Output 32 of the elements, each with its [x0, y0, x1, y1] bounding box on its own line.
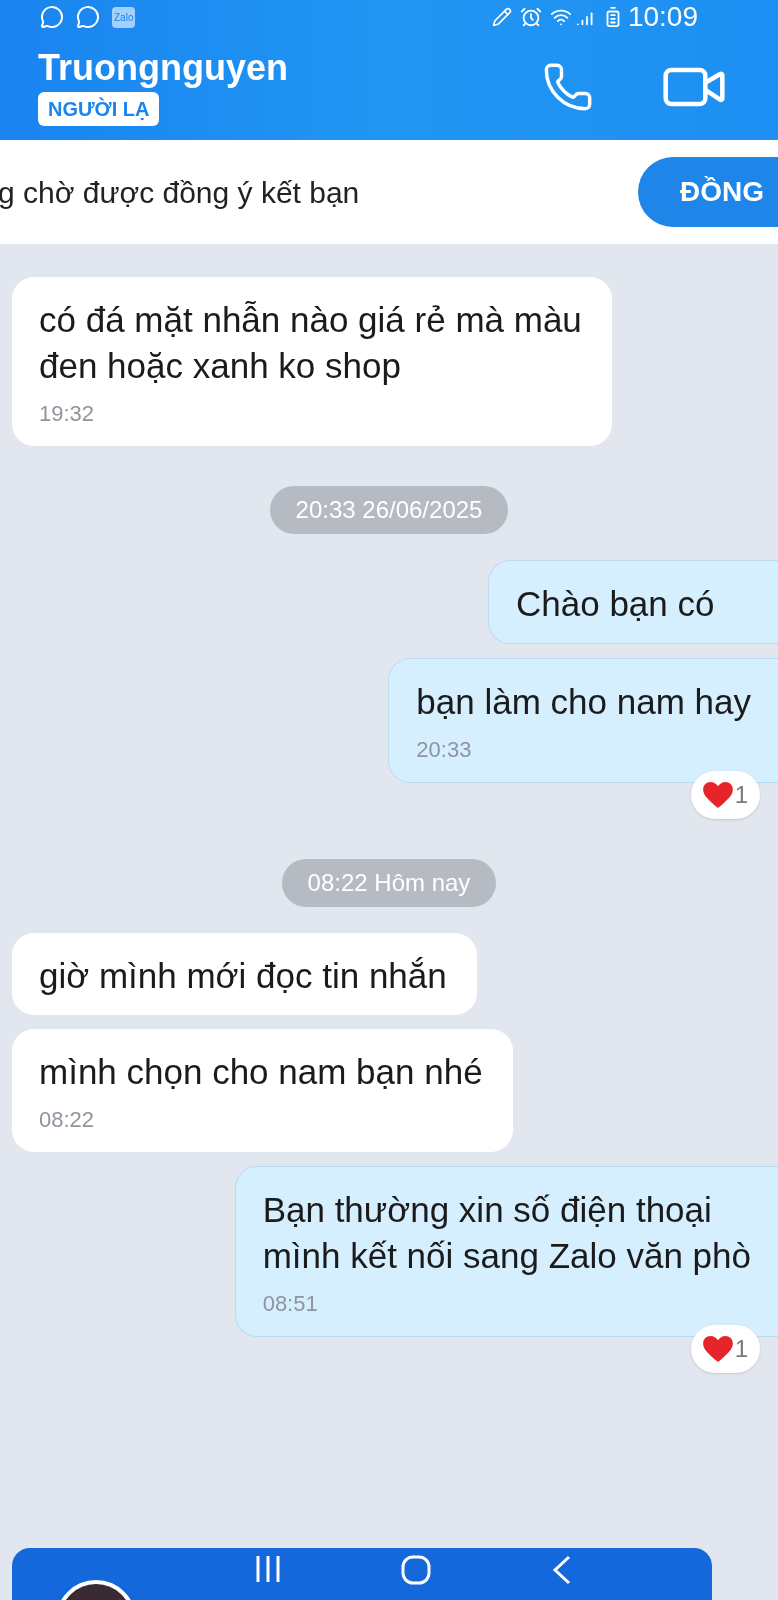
heart-icon — [702, 782, 733, 808]
notification-app-icon: Zalo — [112, 6, 136, 28]
reaction-count: 1 — [734, 780, 748, 810]
message-time: 08:22 — [39, 1106, 96, 1134]
pencil-icon — [491, 7, 512, 27]
message-text: Bạn thường xin số điện thoại — [262, 1189, 713, 1231]
message-time: 20:33 — [416, 736, 473, 764]
message-text: Chào bạn có — [516, 583, 716, 625]
reaction-count: 1 — [734, 1334, 748, 1364]
reaction-chip[interactable]: 1 — [690, 771, 760, 819]
contact-name: Truongnguyen — [38, 48, 288, 88]
status-time: 10:09 — [627, 0, 698, 34]
alarm-icon — [519, 6, 542, 28]
reaction-chip[interactable]: 1 — [690, 1325, 760, 1373]
date-separator: 20:33 26/06/2025 — [269, 486, 509, 534]
message-text: có đá mặt nhẫn nào giá rẻ mà màu — [39, 299, 582, 341]
recent-apps-icon[interactable] — [255, 1554, 282, 1584]
call-button[interactable] — [542, 61, 594, 113]
message-time: 08:51 — [262, 1290, 319, 1318]
message-text: đen hoặc xanh ko shop — [39, 345, 402, 387]
message-text: giờ mình mới đọc tin nhắn — [39, 955, 447, 997]
message-text: mình kết nối sang Zalo văn phò — [262, 1235, 751, 1277]
date-separator: 08:22 Hôm nay — [281, 859, 497, 907]
message-time: 19:32 — [39, 400, 96, 428]
home-icon[interactable] — [400, 1554, 432, 1586]
message-text: mình chọn cho nam bạn nhé — [39, 1051, 483, 1093]
message-text: bạn làm cho nam hay — [416, 681, 751, 723]
stranger-badge: NGƯỜI LẠ — [38, 92, 160, 126]
accept-button[interactable]: ĐỒNG — [638, 157, 778, 227]
heart-icon — [702, 1336, 733, 1362]
back-icon[interactable] — [550, 1554, 573, 1586]
friend-request-text: g chờ được đồng ý kết bạn — [0, 174, 360, 211]
